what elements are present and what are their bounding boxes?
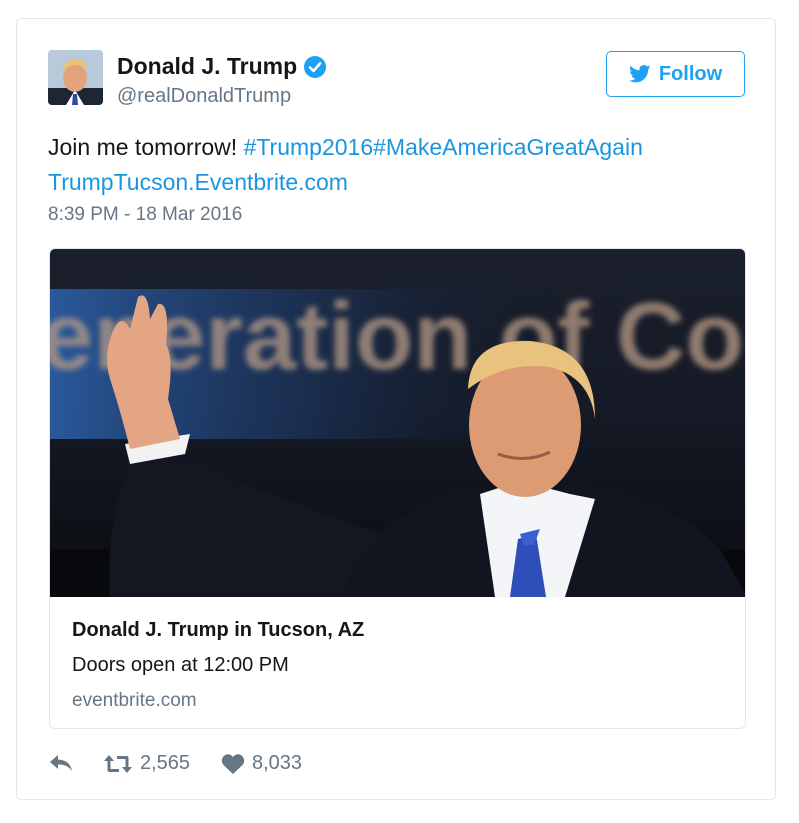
heart-icon (221, 753, 245, 774)
retweet-count: 2,565 (140, 752, 191, 774)
like-count: 8,033 (252, 752, 303, 774)
reply-button[interactable] (48, 752, 74, 774)
author-row: Donald J. Trump (117, 53, 327, 80)
retweet-button[interactable]: 2,565 (103, 752, 190, 775)
link-card[interactable]: eneration of Conse Donald J. Trump in Tu… (49, 248, 746, 729)
follow-button[interactable]: Follow (606, 51, 745, 97)
tweet-body: Join me tomorrow! (48, 134, 244, 160)
tweet-card: Donald J. Trump @realDonaldTrump Follow … (16, 18, 776, 800)
reply-icon (50, 755, 72, 771)
card-image: eneration of Conse (50, 249, 745, 597)
hashtag-trump2016[interactable]: #Trump2016 (244, 134, 374, 160)
twitter-bird-icon (628, 65, 651, 83)
author-name[interactable]: Donald J. Trump (117, 53, 297, 80)
follow-button-label: Follow (658, 62, 723, 85)
avatar-image (48, 50, 103, 105)
hashtag-makeamericagreatagain[interactable]: #MakeAmericaGreatAgain (373, 134, 643, 160)
avatar[interactable] (48, 50, 103, 105)
tweet-actions: 2,565 8,033 (48, 752, 448, 782)
tweet-timestamp[interactable]: 8:39 PM - 18 Mar 2016 (48, 204, 242, 226)
card-description: Doors open at 12:00 PM (72, 654, 289, 676)
tweet-link[interactable]: TrumpTucson.Eventbrite.com (48, 169, 348, 195)
verified-badge-icon (304, 55, 327, 78)
card-domain: eventbrite.com (72, 690, 197, 711)
like-button[interactable]: 8,033 (221, 752, 302, 775)
author-handle[interactable]: @realDonaldTrump (117, 85, 291, 108)
tweet-text: Join me tomorrow! #Trump2016#MakeAmerica… (48, 130, 748, 200)
card-title: Donald J. Trump in Tucson, AZ (72, 619, 365, 641)
retweet-icon (104, 754, 132, 773)
